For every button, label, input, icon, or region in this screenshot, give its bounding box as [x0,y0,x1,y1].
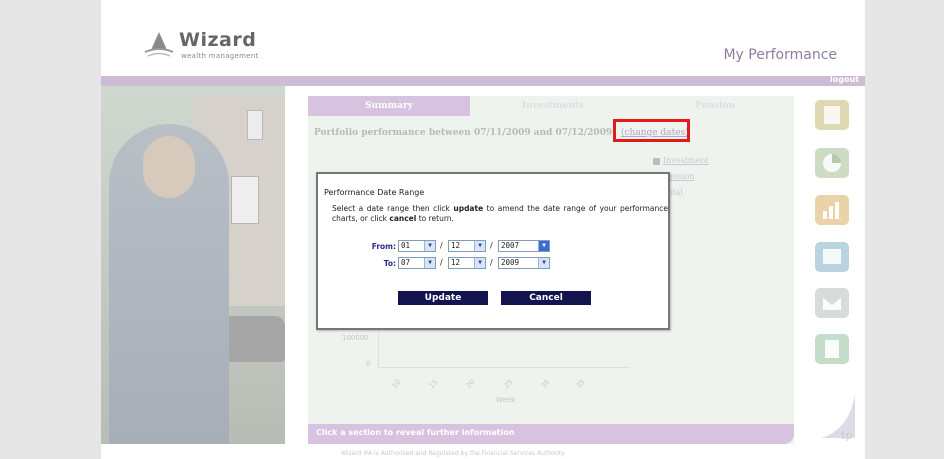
x-tick-label: 10 [390,378,403,390]
photo-window-upper [247,110,263,140]
top-bar: logout [101,75,865,86]
x-tick-label: 15 [427,378,440,390]
x-tick-label: 30 [539,378,552,390]
logout-link[interactable]: logout [830,75,859,84]
header: Wizard wealth management My Performance [101,0,865,76]
date-separator: / [490,258,493,267]
tab-pension[interactable]: Pension [636,96,794,116]
to-month-value: 12 [451,258,461,267]
dialog-text-part: Select a date range then click [332,204,454,213]
x-axis-title: Week [496,396,516,404]
regulatory-disclaimer: Wizard IFA is Authorised and Regulated b… [341,450,565,457]
dialog-text-update: update [453,204,484,213]
section-icon-rail [813,98,853,398]
pie-chart-section-icon[interactable] [813,146,851,180]
legend-item-investment[interactable]: Investment [653,156,709,172]
tab-summary[interactable]: Summary [308,96,470,116]
chevron-down-icon: ▼ [424,241,435,251]
date-separator: / [440,258,443,267]
dialog-title: Performance Date Range [324,188,425,197]
photo-window [231,176,259,224]
cancel-button[interactable]: Cancel [501,291,591,305]
date-separator: / [440,241,443,250]
brand-mark-icon: tp [819,390,859,442]
update-button[interactable]: Update [398,291,488,305]
chevron-down-icon: ▼ [474,258,485,268]
notes-section-icon[interactable] [813,332,851,366]
change-dates-highlight [613,119,690,142]
documents-section-icon[interactable] [813,240,851,274]
page-heading: My Performance [723,47,837,63]
date-separator: / [490,241,493,250]
to-month-select[interactable]: 12 ▼ [448,257,486,269]
chevron-down-icon: ▼ [474,241,485,251]
dialog-text-part: to return. [416,214,454,223]
to-day-select[interactable]: 07 ▼ [398,257,436,269]
photo-person-head [143,136,195,198]
from-date-row: From: 01 ▼ / 12 ▼ / 2007 ▼ [360,240,600,253]
from-month-value: 12 [451,241,461,250]
to-year-value: 2009 [501,258,520,267]
from-day-value: 01 [401,241,411,250]
y-axis [378,324,379,368]
date-range-dialog: Performance Date Range Select a date ran… [316,172,670,330]
logo[interactable]: Wizard wealth management [141,28,291,68]
legend-label: Investment [663,156,709,165]
from-year-select[interactable]: 2007 ▼ [498,240,550,252]
performance-date-line: Portfolio performance between 07/11/2009… [314,128,613,138]
chevron-down-icon: ▼ [538,258,549,268]
photo-person [109,124,229,444]
y-tick-label: 0 [366,360,371,368]
from-label: From: [371,242,396,251]
dialog-text-cancel: cancel [389,214,417,223]
info-bar-text: Click a section to reveal further inform… [316,428,515,437]
tab-bar: Summary Investments Pension [308,96,794,116]
to-day-value: 07 [401,258,411,267]
y-tick-label: 100000 [342,334,369,342]
to-date-row: To: 07 ▼ / 12 ▼ / 2009 ▼ [360,257,600,270]
portfolio-section-icon[interactable] [813,98,851,132]
x-tick-label: 20 [464,378,477,390]
dialog-instructions: Select a date range then click update to… [332,204,668,224]
from-year-value: 2007 [501,241,520,250]
from-day-select[interactable]: 01 ▼ [398,240,436,252]
x-axis [378,367,630,368]
x-tick-label: 35 [574,378,587,390]
logo-word: Wizard [179,29,257,51]
to-year-select[interactable]: 2009 ▼ [498,257,550,269]
chevron-down-icon: ▼ [424,258,435,268]
hero-photo [101,86,285,444]
info-bar[interactable]: Click a section to reveal further inform… [308,424,794,444]
brand-mark-text: tp [841,429,852,442]
legend-swatch [653,157,660,165]
x-tick-label: 25 [502,378,515,390]
logo-tagline: wealth management [181,52,259,60]
bar-chart-section-icon[interactable] [813,193,851,227]
logo-mark-icon [144,32,174,57]
to-label: To: [383,259,396,268]
from-month-select[interactable]: 12 ▼ [448,240,486,252]
chevron-down-icon: ▼ [538,241,549,251]
tab-investments[interactable]: Investments [473,96,633,116]
messages-section-icon[interactable] [813,286,851,320]
